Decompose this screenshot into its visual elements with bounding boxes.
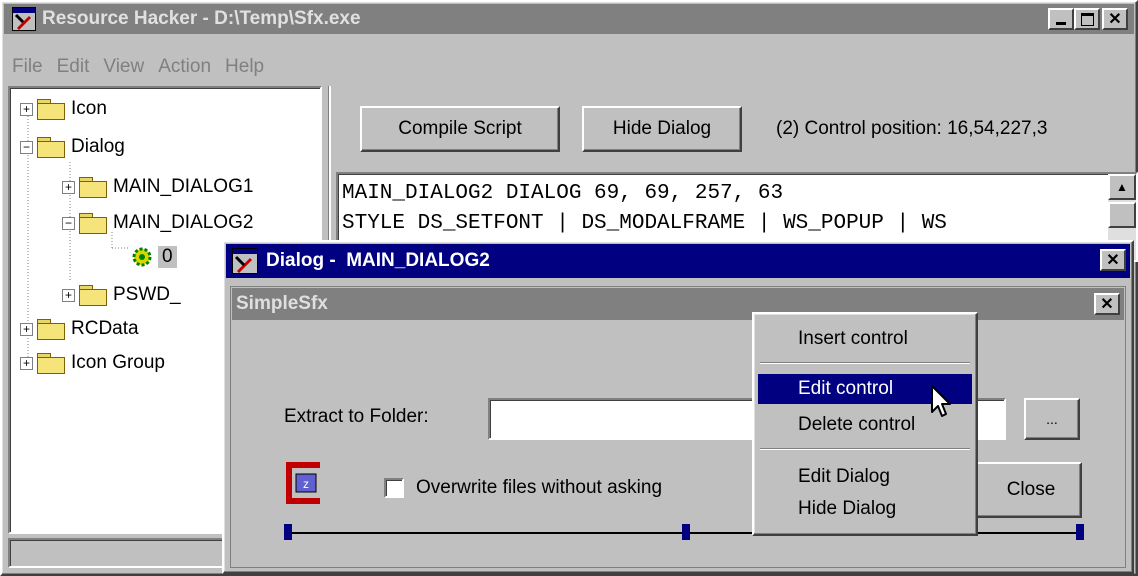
open-folder-icon	[37, 137, 65, 158]
tree-item-label: MAIN_DIALOG2	[113, 212, 254, 233]
overwrite-checkbox[interactable]	[384, 478, 404, 498]
browse-button[interactable]: ...	[1024, 398, 1080, 440]
app-icon	[12, 7, 36, 31]
tree-item-rcdata[interactable]: + RCData	[20, 314, 139, 344]
sfx-clamp-icon: z	[282, 460, 326, 506]
script-line-2: STYLE DS_SETFONT | DS_MODALFRAME | WS_PO…	[342, 212, 947, 235]
hide-dialog-label: Hide Dialog	[612, 118, 712, 139]
folder-icon	[37, 353, 65, 374]
dialog-title-bar[interactable]: Dialog - MAIN_DIALOG2 ✕	[226, 244, 1130, 278]
tree-item-0[interactable]: 0	[130, 242, 177, 272]
app-icon	[232, 248, 258, 274]
expand-icon[interactable]: +	[20, 356, 33, 370]
tree-item-icon-group[interactable]: + Icon Group	[20, 348, 165, 378]
collapse-icon[interactable]: −	[62, 216, 75, 230]
open-folder-icon	[79, 213, 107, 234]
mouse-pointer-icon	[930, 384, 954, 420]
compile-script-label: Compile Script	[398, 118, 522, 139]
scroll-up-button[interactable]: ▲	[1108, 174, 1136, 200]
scroll-thumb[interactable]	[1108, 202, 1136, 228]
scroll-up-icon: ▲	[1116, 180, 1128, 194]
svg-text:z: z	[303, 477, 309, 491]
collapse-icon[interactable]: −	[20, 140, 33, 154]
tree-item-label: Dialog	[71, 136, 125, 157]
menu-file[interactable]: File	[12, 56, 43, 80]
maximize-icon	[1080, 12, 1094, 26]
folder-icon	[79, 285, 107, 306]
menu-item-label: Hide Dialog	[798, 498, 897, 519]
expand-icon[interactable]: +	[62, 180, 75, 194]
dialog-window-title: Dialog - MAIN_DIALOG2	[266, 250, 490, 271]
close-button[interactable]: ✕	[1094, 293, 1120, 315]
folder-icon	[37, 99, 65, 120]
menu-edit[interactable]: Edit	[57, 56, 90, 80]
tree-item-label: Icon Group	[71, 352, 165, 373]
resize-handle-left[interactable]	[284, 524, 292, 540]
folder-icon	[37, 319, 65, 340]
minimize-button[interactable]	[1048, 8, 1074, 30]
extract-label: Extract to Folder:	[284, 406, 429, 427]
tree-item-main-dialog1[interactable]: + MAIN_DIALOG1	[62, 172, 253, 202]
simplesfx-title-bar[interactable]: SimpleSfx ✕	[232, 288, 1124, 320]
control-position-status: (2) Control position: 16,54,227,3	[776, 118, 1048, 139]
menu-item-insert-control[interactable]: Insert control	[754, 324, 976, 354]
context-menu: Insert control Edit control Delete contr…	[752, 312, 978, 536]
main-window-title: Resource Hacker - D:\Temp\Sfx.exe	[42, 8, 361, 29]
simplesfx-title: SimpleSfx	[236, 293, 328, 314]
menu-help[interactable]: Help	[225, 56, 264, 80]
menu-separator	[760, 448, 970, 450]
close-button[interactable]: ✕	[1102, 8, 1128, 30]
tree-item-dialog[interactable]: − Dialog	[20, 132, 125, 162]
overwrite-label: Overwrite files without asking	[416, 477, 663, 498]
tree-item-main-dialog2[interactable]: − MAIN_DIALOG2	[62, 208, 253, 238]
menu-bar: File Edit View Action Help	[12, 56, 278, 80]
menu-item-label: Insert control	[798, 328, 908, 349]
expand-icon[interactable]: +	[20, 322, 33, 336]
expand-icon[interactable]: +	[20, 102, 33, 116]
close-icon: ✕	[1108, 11, 1122, 28]
minimize-icon	[1056, 21, 1066, 25]
menu-item-label: Edit Dialog	[798, 466, 890, 487]
script-line-1: MAIN_DIALOG2 DIALOG 69, 69, 257, 63	[342, 182, 784, 205]
tree-item-label: 0	[158, 246, 177, 268]
expand-icon[interactable]: +	[62, 288, 75, 302]
close-button[interactable]: ✕	[1100, 249, 1126, 271]
main-title-bar[interactable]: Resource Hacker - D:\Temp\Sfx.exe ✕	[4, 4, 1134, 34]
menu-item-edit-dialog[interactable]: Edit Dialog	[754, 462, 976, 492]
menu-separator	[760, 362, 970, 364]
compile-script-button[interactable]: Compile Script	[360, 106, 560, 152]
folder-icon	[79, 177, 107, 198]
resource-gear-icon	[130, 245, 154, 269]
menu-view[interactable]: View	[103, 56, 144, 80]
close-icon: ✕	[1100, 296, 1114, 313]
menu-item-label: Edit control	[798, 378, 894, 399]
resize-handle-right[interactable]	[1076, 524, 1084, 540]
tree-item-label: RCData	[71, 318, 139, 339]
resize-handle-middle[interactable]	[682, 524, 690, 540]
browse-label: ...	[1046, 411, 1058, 427]
tree-item-pswd[interactable]: + PSWD_	[62, 280, 181, 310]
menu-action[interactable]: Action	[158, 56, 211, 80]
menu-item-label: Delete control	[798, 414, 916, 435]
tree-item-label: MAIN_DIALOG1	[113, 176, 254, 197]
tree-item-label: Icon	[71, 98, 107, 119]
close-icon: ✕	[1106, 252, 1120, 269]
menu-item-hide-dialog[interactable]: Hide Dialog	[754, 494, 976, 524]
close-dialog-label: Close	[1006, 479, 1056, 500]
maximize-button[interactable]	[1074, 8, 1100, 30]
tree-item-icon[interactable]: + Icon	[20, 94, 107, 124]
tree-item-label: PSWD_	[113, 284, 181, 305]
hide-dialog-button[interactable]: Hide Dialog	[582, 106, 742, 152]
